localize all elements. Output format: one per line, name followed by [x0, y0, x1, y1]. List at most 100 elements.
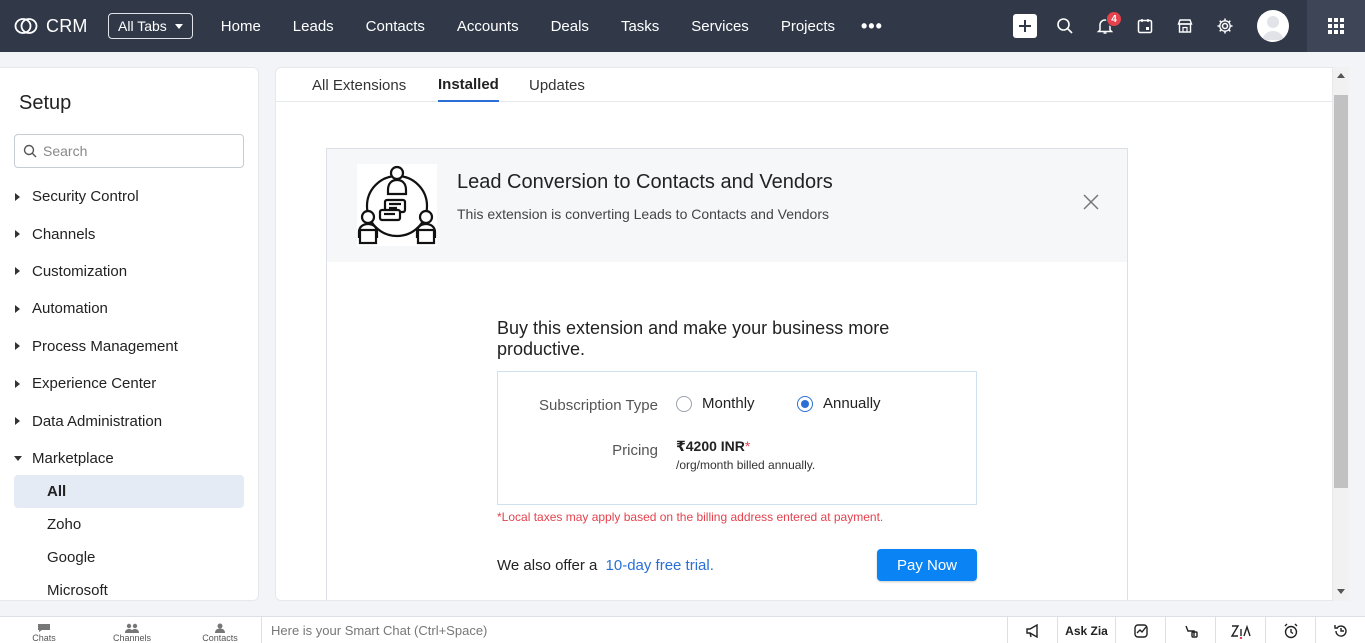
sidebar-subitem-microsoft[interactable]: Microsoft — [14, 574, 244, 600]
all-tabs-dropdown[interactable]: All Tabs — [108, 13, 193, 39]
notification-badge: 4 — [1106, 11, 1122, 27]
caret-right-icon — [15, 417, 20, 426]
sidebar-item-data-administration[interactable]: Data Administration — [0, 402, 258, 439]
radio-annually[interactable]: Annually — [797, 395, 881, 412]
top-icons: 4 — [1005, 0, 1365, 52]
sidebar-item-experience-center[interactable]: Experience Center — [0, 365, 258, 402]
caret-down-icon — [14, 455, 22, 461]
nav-accounts[interactable]: Accounts — [441, 0, 535, 52]
sidebar-item-automation[interactable]: Automation — [0, 290, 258, 327]
search-icon — [1057, 18, 1073, 34]
chat-icon — [38, 624, 50, 632]
radio-monthly[interactable]: Monthly — [676, 395, 755, 412]
activity-button[interactable] — [1115, 617, 1165, 643]
subscription-type-label: Subscription Type — [539, 397, 658, 414]
sidebar-subitem-zoho[interactable]: Zoho — [14, 508, 244, 541]
nav-leads[interactable]: Leads — [277, 0, 350, 52]
smart-chat-input[interactable]: Here is your Smart Chat (Ctrl+Space) — [261, 617, 981, 643]
notifications-button[interactable]: 4 — [1085, 0, 1125, 52]
radio-unchecked-icon — [676, 395, 692, 412]
megaphone-icon — [1025, 623, 1038, 638]
chats-button[interactable]: Chats — [0, 617, 88, 643]
subscription-box: Subscription Type Monthly Annually Prici… — [497, 371, 977, 505]
sidebar-subitem-google[interactable]: Google — [14, 541, 244, 574]
price-asterisk: * — [744, 438, 751, 454]
zia-button[interactable] — [1215, 617, 1265, 643]
store-icon — [1177, 19, 1193, 33]
activity-icon — [1133, 623, 1148, 638]
price-amount: ₹4200 INR — [676, 438, 745, 454]
all-tabs-label: All Tabs — [118, 18, 167, 34]
caret-right-icon — [15, 230, 20, 239]
history-button[interactable] — [1315, 617, 1365, 643]
calendar-button[interactable] — [1125, 0, 1165, 52]
crm-logo[interactable]: CRM — [14, 16, 108, 37]
sidebar-item-marketplace[interactable]: Marketplace — [0, 440, 258, 477]
pricing-label: Pricing — [612, 442, 658, 459]
close-icon[interactable] — [1081, 192, 1101, 212]
history-icon — [1333, 624, 1347, 637]
nav-services[interactable]: Services — [675, 0, 765, 52]
setup-title: Setup — [19, 92, 72, 114]
nav-home[interactable]: Home — [205, 0, 277, 52]
top-navigation-bar: CRM All Tabs Home Leads Contacts Account… — [0, 0, 1365, 52]
sidebar-item-customization[interactable]: Customization — [0, 253, 258, 290]
settings-button[interactable] — [1205, 0, 1245, 52]
calendar-icon — [1137, 19, 1153, 34]
create-button[interactable] — [1005, 0, 1045, 52]
page-scrollbar[interactable] — [1333, 67, 1349, 601]
marketplace-button[interactable] — [1165, 0, 1205, 52]
ask-zia-button[interactable]: Ask Zia — [1057, 617, 1115, 643]
tab-updates[interactable]: Updates — [529, 68, 585, 102]
trial-text: We also offer a — [497, 557, 598, 574]
nav-projects[interactable]: Projects — [765, 0, 851, 52]
extension-card: Lead Conversion to Contacts and Vendors … — [326, 148, 1128, 600]
buy-heading: Buy this extension and make your busines… — [497, 318, 890, 359]
tax-note: *Local taxes may apply based on the bill… — [497, 510, 884, 524]
user-avatar[interactable] — [1257, 10, 1289, 42]
nav-contacts[interactable]: Contacts — [350, 0, 441, 52]
plus-icon — [1013, 14, 1037, 38]
scroll-down-icon[interactable] — [1337, 589, 1345, 594]
channels-button[interactable]: Channels — [88, 617, 176, 643]
setup-search-input[interactable] — [43, 143, 233, 159]
search-button[interactable] — [1045, 0, 1085, 52]
caret-right-icon — [15, 379, 20, 388]
main-panel: All Extensions Installed Updates Lead Co… — [275, 67, 1333, 601]
bottom-bar: Chats Channels Contacts Here is your Sma… — [0, 616, 1365, 643]
extension-title: Lead Conversion to Contacts and Vendors — [457, 171, 833, 193]
signal-button[interactable] — [1165, 617, 1215, 643]
pay-now-button[interactable]: Pay Now — [877, 549, 977, 581]
nav-more-button[interactable]: ••• — [851, 0, 893, 52]
nav-deals[interactable]: Deals — [535, 0, 605, 52]
sidebar-item-security-control[interactable]: Security Control — [0, 178, 258, 215]
sidebar-item-label: Automation — [32, 300, 108, 318]
price-billing-note: /org/month billed annually. — [676, 458, 816, 472]
group-icon — [125, 623, 139, 633]
brand-name: CRM — [46, 15, 88, 36]
radio-checked-icon — [797, 395, 813, 412]
sidebar-item-label: Marketplace — [32, 449, 114, 467]
announcement-button[interactable] — [1007, 617, 1057, 643]
tab-all-extensions[interactable]: All Extensions — [312, 68, 406, 102]
free-trial-link[interactable]: 10-day free trial. — [606, 557, 714, 574]
sidebar-item-label: Channels — [32, 225, 96, 243]
scroll-thumb[interactable] — [1334, 95, 1348, 488]
sidebar-item-label: Customization — [32, 262, 128, 280]
gear-icon — [1217, 18, 1233, 34]
scroll-up-icon[interactable] — [1337, 73, 1345, 78]
tab-installed[interactable]: Installed — [438, 68, 499, 102]
apps-button[interactable] — [1307, 0, 1365, 52]
setup-search[interactable] — [14, 134, 244, 168]
extension-header: Lead Conversion to Contacts and Vendors … — [327, 149, 1127, 262]
chats-label: Chats — [32, 633, 56, 643]
sidebar-item-channels[interactable]: Channels — [0, 215, 258, 252]
sidebar-item-label: Security Control — [32, 188, 139, 206]
nav-tasks[interactable]: Tasks — [605, 0, 675, 52]
contacts-button[interactable]: Contacts — [176, 617, 264, 643]
radio-annually-label: Annually — [823, 395, 881, 412]
sidebar-subitem-all[interactable]: All — [14, 475, 244, 508]
marketplace-submenu: All Zoho Google Microsoft — [14, 475, 244, 600]
sidebar-item-process-management[interactable]: Process Management — [0, 328, 258, 365]
reminder-button[interactable] — [1265, 617, 1315, 643]
